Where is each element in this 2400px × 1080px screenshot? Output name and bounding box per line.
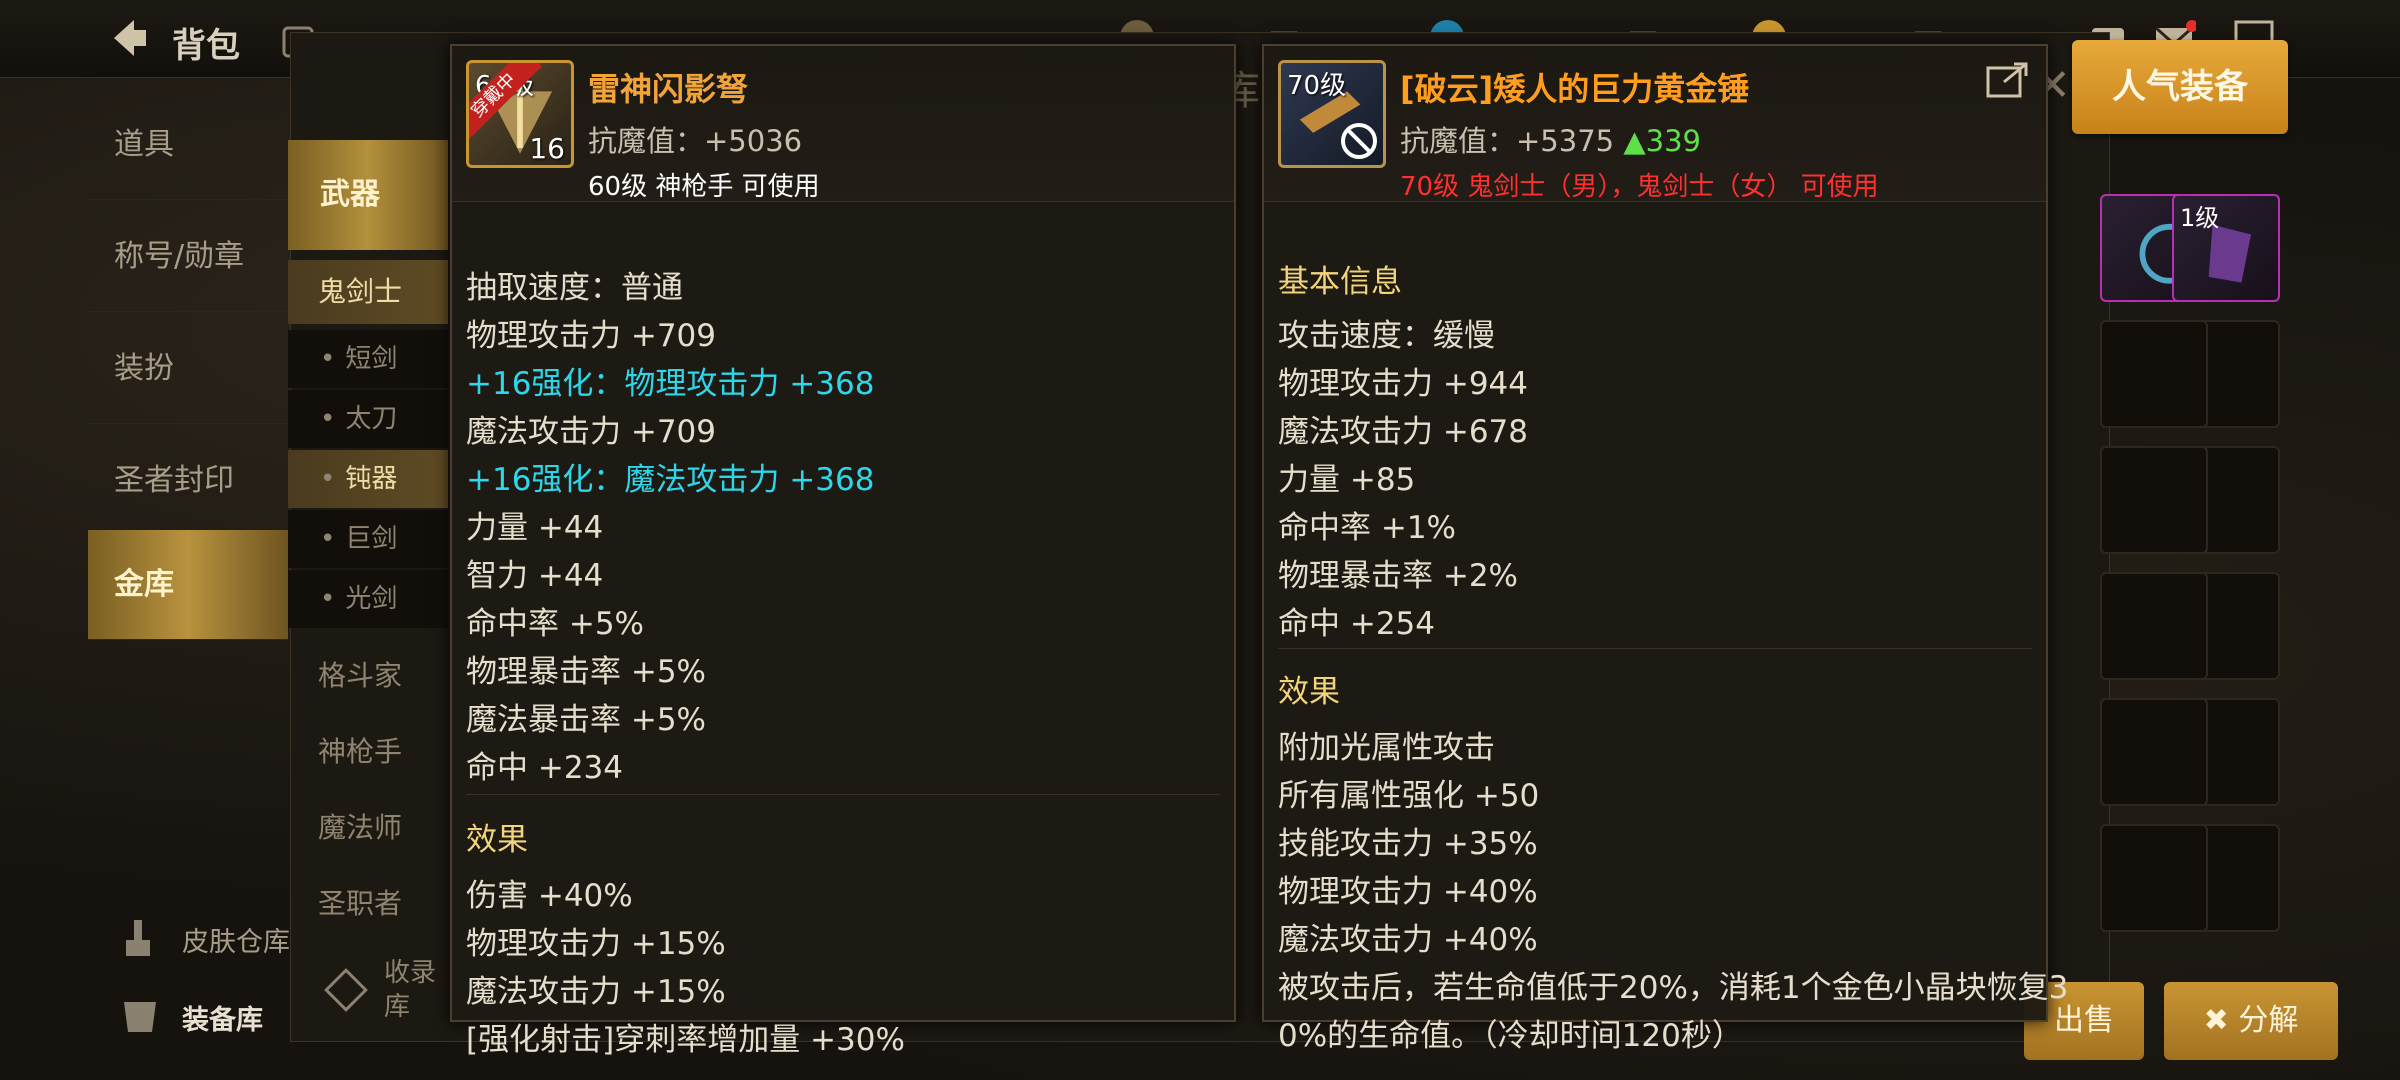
effect-line: 附加光属性攻击 (1278, 730, 1495, 766)
popular-equipment-button[interactable]: 人气装备 (2072, 40, 2288, 134)
collect-label: 收录 (384, 958, 437, 988)
magic-defense-delta: ▲339 (1623, 124, 1701, 158)
nav-items[interactable]: 道具 (88, 90, 288, 200)
stat-line-enhance: +16强化：物理攻击力 +368 (466, 366, 875, 402)
stat-line: 命中率 +1% (1278, 510, 1457, 546)
back-arrow-icon[interactable] (100, 10, 156, 66)
class-slayer[interactable]: 鬼剑士 (288, 260, 448, 324)
stat-line: 智力 +44 (466, 558, 604, 594)
grid-slot[interactable] (2100, 572, 2208, 680)
collect-icon (318, 962, 374, 1018)
armor-icon (116, 992, 164, 1040)
type-katana[interactable]: 太刀 (288, 390, 448, 448)
grid-slot[interactable] (2100, 320, 2208, 428)
item-requirement: 60级 神枪手 可使用 (588, 172, 820, 202)
magic-defense: 抗魔值：+5375 ▲339 (1400, 118, 1701, 160)
stat-line: 物理攻击力 +709 (466, 318, 716, 354)
effect-header: 效果 (466, 822, 528, 858)
grid-slot[interactable] (2100, 446, 2208, 554)
grid-slot[interactable] (2100, 698, 2208, 806)
type-shortsword[interactable]: 短剑 (288, 330, 448, 388)
basic-info-header: 基本信息 (1278, 264, 1402, 300)
stat-line: 力量 +85 (1278, 462, 1416, 498)
tooltip-left: 60级 穿戴中 16 雷神闪影弩 抗魔值：+5036 60级 神枪手 可使用 抽… (450, 44, 1236, 1058)
nav-title-medal[interactable]: 称号/勋章 (88, 202, 288, 312)
type-lightsabre[interactable]: 光剑 (288, 570, 448, 628)
class-mage[interactable]: 魔法师 (288, 792, 448, 864)
class-gunner[interactable]: 神枪手 (288, 716, 448, 788)
tooltip-right: 70级 [破云]矮人的巨力黄金锤 抗魔值：+5375 ▲339 70级 鬼剑士（… (1262, 44, 2068, 1054)
nav-vault[interactable]: 金库 (88, 530, 288, 640)
class-fighter[interactable]: 格斗家 (288, 640, 448, 712)
effect-line: 被攻击后，若生命值低于20%，消耗1个金色小晶块恢复3 (1278, 970, 2069, 1006)
magic-defense: 抗魔值：+5036 (588, 124, 803, 158)
stat-line: 命中率 +5% (466, 606, 645, 642)
effect-line: 魔法攻击力 +40% (1278, 922, 1538, 958)
item-level: 70级 (1287, 71, 1347, 101)
magic-defense-value: 抗魔值：+5375 (1400, 124, 1615, 158)
grid-item-level: 1级 (2180, 204, 2220, 232)
effect-line: 0%的生命值。（冷却时间120秒） (1278, 1018, 1743, 1054)
brush-icon (116, 916, 160, 960)
stat-line: 魔法暴击率 +5% (466, 702, 707, 738)
stat-line: 物理攻击力 +944 (1278, 366, 1528, 402)
enhance-level: 16 (529, 132, 565, 165)
tab-weapon[interactable]: 武器 (288, 140, 448, 250)
item-name: [破云]矮人的巨力黄金锤 (1400, 70, 1750, 108)
skin-storage[interactable]: 皮肤仓库 (182, 920, 290, 959)
equipment-storage[interactable]: 装备库 (182, 998, 263, 1037)
stat-line: 命中 +254 (1278, 606, 1435, 642)
stat-line-enhance: +16强化：魔法攻击力 +368 (466, 462, 875, 498)
stat-line: 物理暴击率 +2% (1278, 558, 1519, 594)
share-icon[interactable] (1986, 60, 2030, 100)
crossbow-icon: 60级 穿戴中 16 (466, 60, 574, 168)
effect-line: 物理攻击力 +40% (1278, 874, 1538, 910)
stat-line: 命中 +234 (466, 750, 623, 786)
tooltip-left-header: 60级 穿戴中 16 雷神闪影弩 抗魔值：+5036 60级 神枪手 可使用 (452, 46, 1234, 202)
stat-line: 抽取速度：普通 (466, 270, 683, 306)
page-title: 背包 (172, 26, 240, 66)
class-priest[interactable]: 圣职者 (288, 868, 448, 940)
effect-line: 魔法攻击力 +15% (466, 974, 726, 1010)
disassemble-label: 分解 (2238, 1003, 2299, 1038)
hammer-icon: 70级 (1278, 60, 1386, 168)
divider (466, 794, 1220, 795)
item-name: 雷神闪影弩 (588, 70, 749, 108)
type-greatsword[interactable]: 巨剑 (288, 510, 448, 568)
stat-line: 攻击速度：缓慢 (1278, 318, 1495, 354)
nav-seal[interactable]: 圣者封印 (88, 426, 288, 536)
item-requirement: 70级 鬼剑士（男），鬼剑士（女） 可使用 (1400, 172, 1879, 202)
effect-header: 效果 (1278, 674, 1340, 710)
type-blunt[interactable]: 钝器 (288, 450, 448, 508)
tooltip-right-header: 70级 [破云]矮人的巨力黄金锤 抗魔值：+5375 ▲339 70级 鬼剑士（… (1264, 46, 2046, 202)
nav-outfit[interactable]: 装扮 (88, 314, 288, 424)
effect-line: 所有属性强化 +50 (1278, 778, 1540, 814)
stat-line: 物理暴击率 +5% (466, 654, 707, 690)
effect-line: 伤害 +40% (466, 878, 633, 914)
stat-line: 力量 +44 (466, 510, 604, 546)
grid-item-glove[interactable]: 1级 (2172, 194, 2280, 302)
divider (1278, 648, 2032, 649)
grid-slot[interactable] (2100, 824, 2208, 932)
effect-line: 技能攻击力 +35% (1278, 826, 1538, 862)
stat-line: 魔法攻击力 +709 (466, 414, 716, 450)
disassemble-icon: ✖ (2203, 1003, 2229, 1038)
collect-label-2: 库 (384, 992, 411, 1022)
effect-line: [强化射击]穿刺率增加量 +30% (466, 1022, 905, 1058)
disassemble-button[interactable]: ✖ 分解 (2164, 982, 2338, 1060)
stat-line: 魔法攻击力 +678 (1278, 414, 1528, 450)
no-entry-icon (1339, 121, 1379, 161)
effect-line: 物理攻击力 +15% (466, 926, 726, 962)
